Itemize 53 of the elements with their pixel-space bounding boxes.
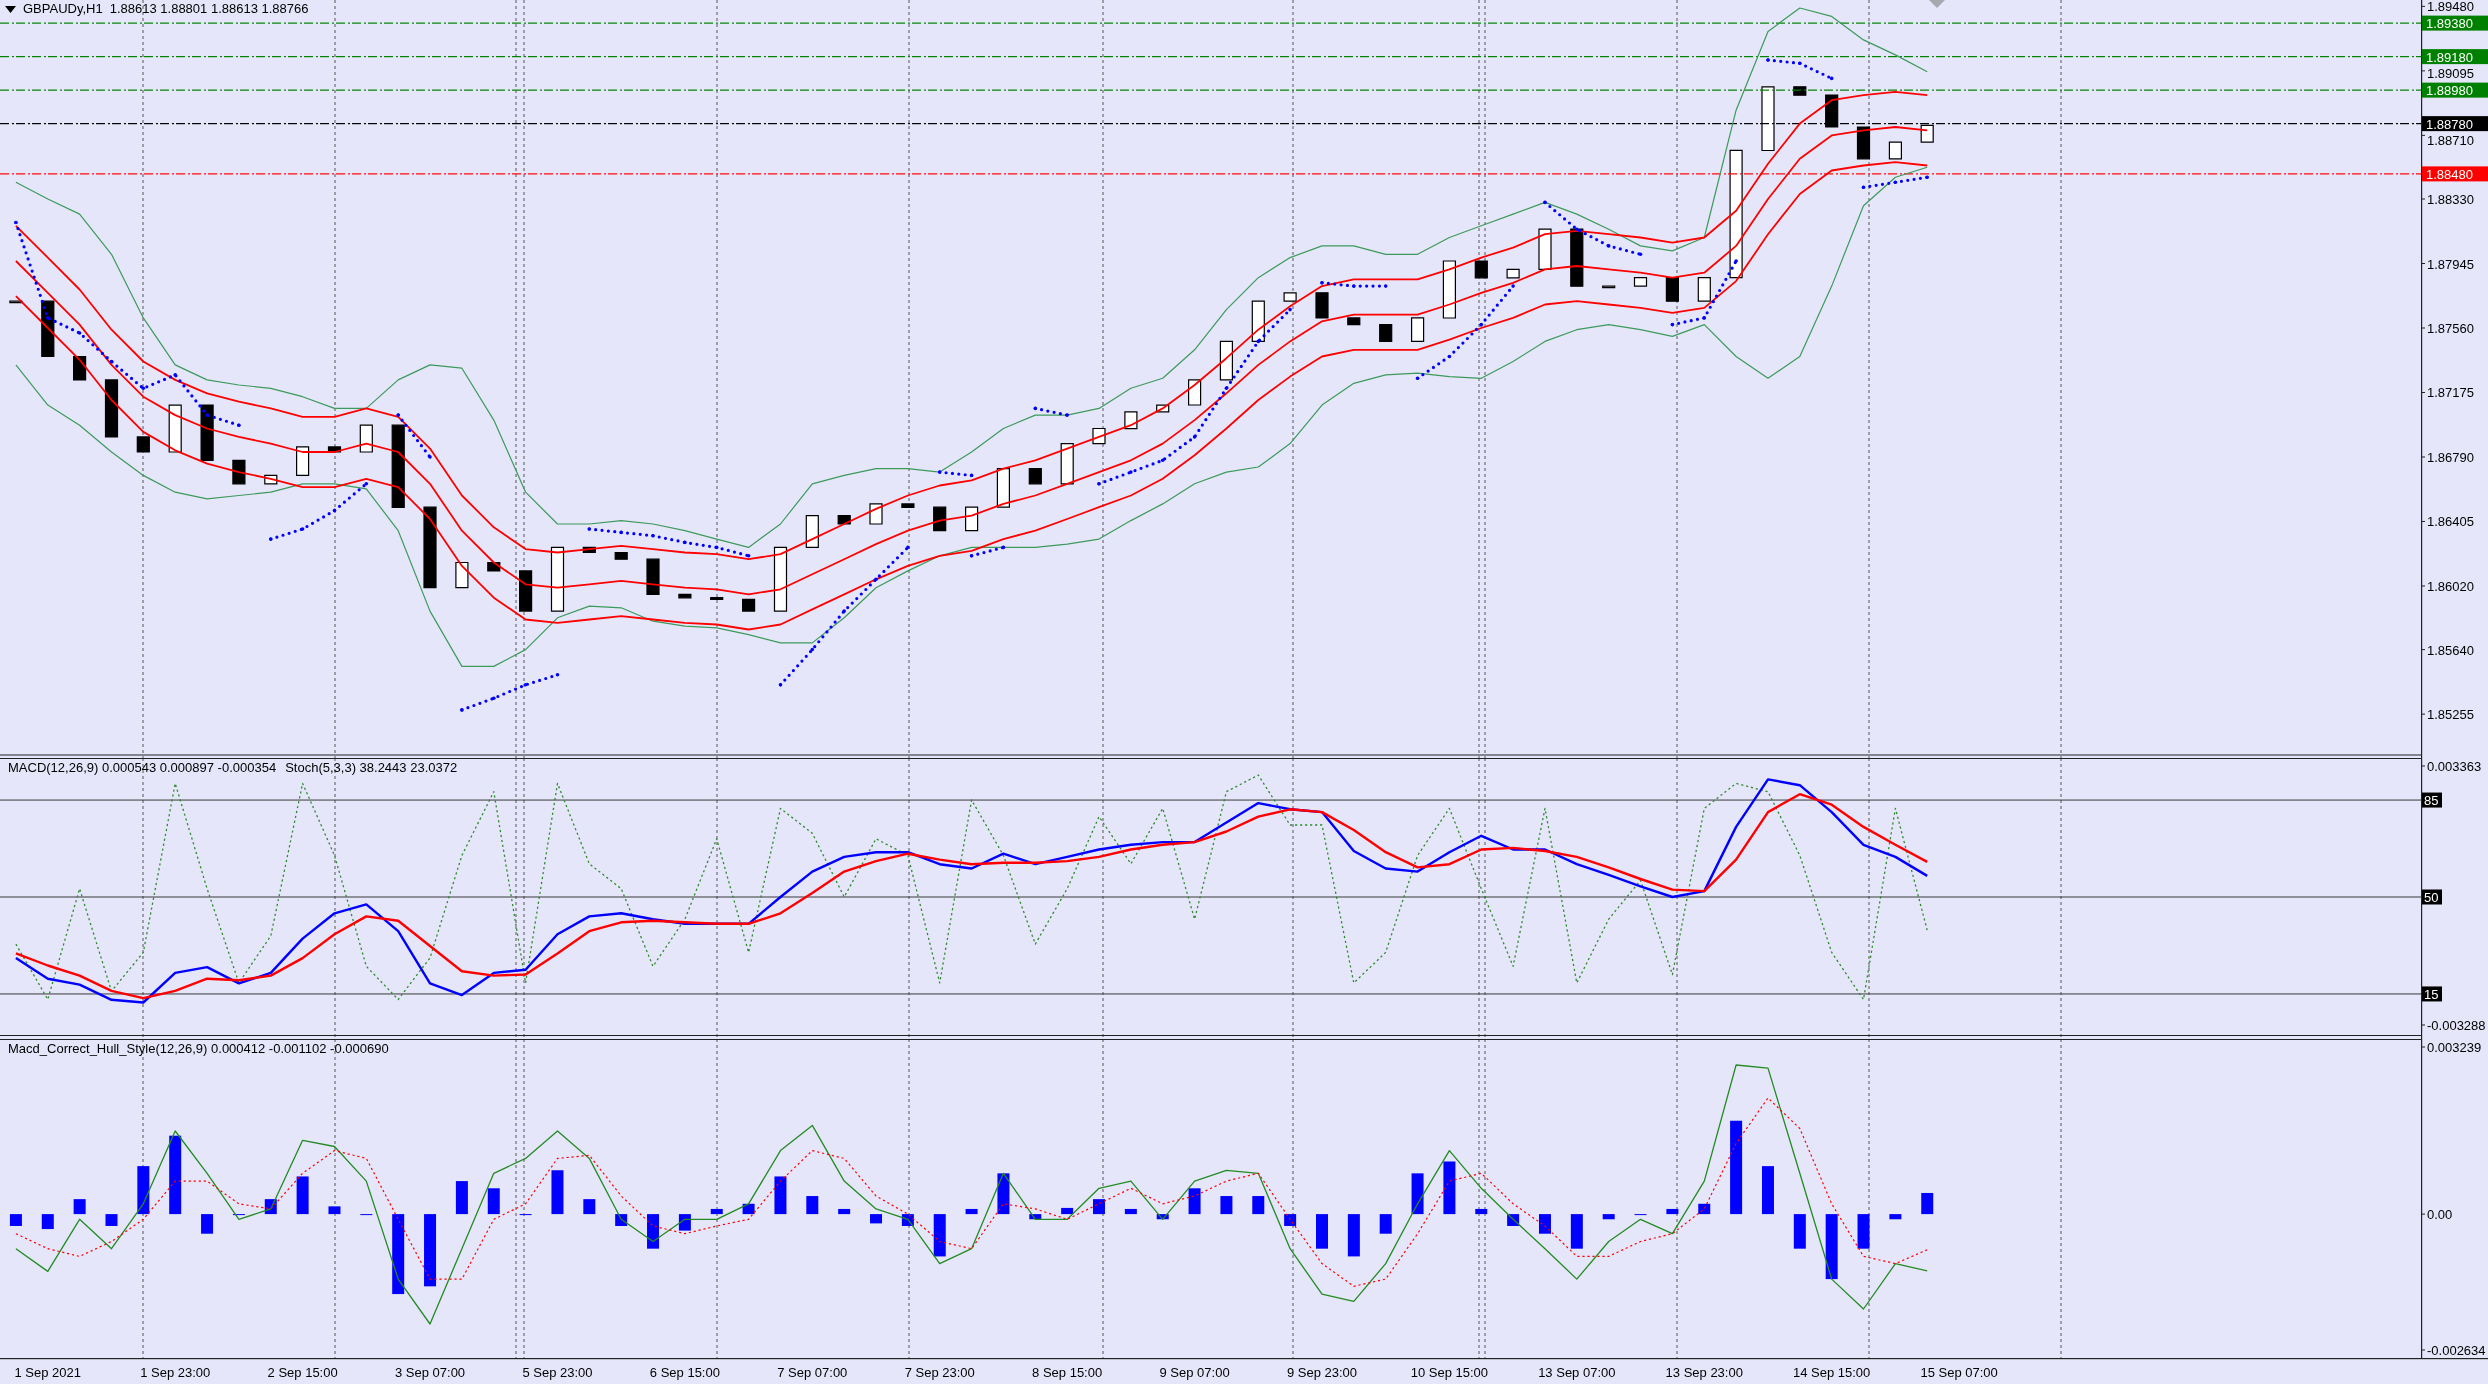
axis-label: -0.002634	[2427, 1343, 2486, 1358]
axis-label: 1.87560	[2427, 321, 2474, 336]
triangle-down-icon[interactable]	[5, 5, 16, 13]
axis-label: 1.86405	[2427, 514, 2474, 530]
price-level-tag: 1.88780	[2422, 116, 2488, 132]
shift-marker-icon[interactable]	[1929, 0, 1945, 8]
time-axis-label: 15 Sep 07:00	[1920, 1364, 1998, 1380]
level-tag: 50	[2422, 889, 2442, 905]
time-axis-label: 9 Sep 23:00	[1286, 1364, 1358, 1380]
price-level-tag: 1.88480	[2422, 166, 2488, 182]
time-axis-label: 14 Sep 15:00	[1793, 1364, 1871, 1380]
price-level-tag: 1.88980	[2422, 82, 2488, 99]
indicator-title: Stoch(5,3,3) 38.2443 23.0372	[285, 760, 458, 776]
axis-label: 1.86020	[2427, 579, 2474, 594]
axis-label: 1.86790	[2427, 450, 2474, 465]
indicator-title: Macd_Correct_Hull_Style(12,26,9) 0.000412 -0.001102 -0.000690	[8, 1041, 389, 1057]
time-axis-label: 10 Sep 15:00	[1410, 1364, 1489, 1380]
time-axis-label: 9 Sep 07:00	[1159, 1364, 1230, 1380]
axis-label: 0.00	[2427, 1207, 2453, 1223]
ref-line-label: 1.88480	[2426, 166, 2473, 182]
ref-line-label: 1.88780	[2426, 116, 2473, 132]
axis-label: 1.85255	[2427, 707, 2474, 723]
axis-label: 0.003239	[2427, 1040, 2482, 1055]
axis-label: 1.87175	[2427, 385, 2474, 401]
time-axis-label: 1 Sep 2021	[14, 1364, 82, 1380]
axis-label: 0.003363	[2427, 759, 2482, 774]
ref-line-label: 1.88980	[2426, 83, 2473, 99]
ref-line-label: 1.89380	[2426, 16, 2473, 32]
time-axis-label: 2 Sep 15:00	[267, 1364, 338, 1380]
level-tag: 85	[2422, 792, 2442, 809]
time-axis-label: 7 Sep 07:00	[777, 1364, 848, 1380]
time-axis-label: 13 Sep 23:00	[1665, 1364, 1743, 1380]
axis-label: 1.88330	[2427, 192, 2474, 207]
time-axis-label: 5 Sep 23:00	[522, 1364, 593, 1380]
time-axis-label: 8 Sep 15:00	[1032, 1364, 1103, 1380]
time-axis-label: 6 Sep 15:00	[649, 1364, 720, 1380]
axis-label: 1.89095	[2427, 65, 2474, 81]
axis-label: 1.87945	[2427, 256, 2474, 272]
time-axis-label: 13 Sep 07:00	[1538, 1364, 1616, 1380]
ref-line-label: 1.89180	[2426, 49, 2473, 65]
time-axis-label: 1 Sep 23:00	[140, 1364, 211, 1380]
indicator-title: MACD(12,26,9) 0.000543 0.000897 -0.000354	[8, 760, 277, 776]
axis-label: 1.89480	[2427, 0, 2474, 15]
level-tag: 15	[2422, 986, 2442, 1002]
axis-label: 1.85640	[2427, 642, 2474, 658]
time-axis-label: 3 Sep 07:00	[395, 1364, 466, 1380]
chart-symbol: GBPAUDy,H1	[23, 1, 103, 17]
axis-label: 1.88710	[2427, 132, 2474, 148]
axis-label: -0.003288	[2427, 1018, 2486, 1033]
price-level-tag: 1.89380	[2422, 15, 2488, 32]
price-quote: 1.88613 1.88801 1.88613 1.88766	[109, 1, 309, 17]
price-level-tag: 1.89180	[2422, 49, 2488, 65]
time-axis-label: 7 Sep 23:00	[904, 1364, 975, 1380]
